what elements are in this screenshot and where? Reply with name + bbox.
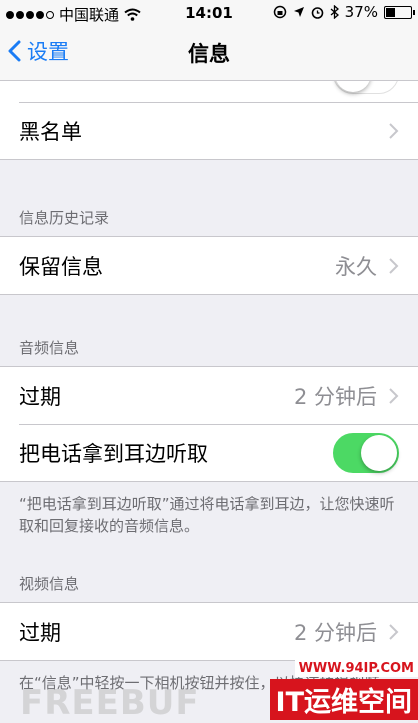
audio-expire-value: 2 分钟后 — [293, 384, 377, 409]
group-audio: 过期 2 分钟后 把电话拿到耳边听取 — [0, 366, 418, 482]
settings-list: 黑名单 信息历史记录 保留信息 永久 音频信息 过期 2 分钟后 把电话拿到耳边… — [0, 44, 418, 706]
chevron-right-icon — [389, 122, 399, 139]
group-video: 过期 2 分钟后 — [0, 602, 418, 661]
battery-percent: 37% — [344, 3, 378, 21]
cell-video-expire[interactable]: 过期 2 分钟后 — [0, 603, 418, 660]
raise-to-listen-toggle[interactable] — [333, 432, 399, 473]
location-icon — [293, 7, 304, 17]
carrier-label: 中国联通 — [59, 6, 120, 24]
brand-name: IT运维空间 — [269, 679, 418, 720]
bluetooth-icon — [330, 5, 339, 19]
chevron-right-icon — [389, 623, 399, 640]
it-brand-watermark: WWW.94IP.COM IT运维空间 — [268, 660, 418, 723]
video-header: 视频信息 — [19, 575, 80, 593]
audio-footer: “把电话拿到耳边听取”通过将电话拿到耳边，让您快速听取和回复接收的音频信息。 — [19, 495, 395, 535]
freebuf-watermark: FREEBUF — [20, 683, 200, 723]
battery-icon — [384, 5, 415, 19]
rotation-lock-icon — [273, 5, 286, 19]
audio-header: 音频信息 — [19, 339, 80, 357]
video-expire-label: 过期 — [19, 620, 61, 645]
alarm-icon — [311, 6, 323, 19]
status-bar: 中国联通 14:01 37% — [0, 0, 418, 26]
signal-dots-icon — [6, 10, 54, 19]
cell-keep-messages[interactable]: 保留信息 永久 — [0, 237, 418, 294]
back-label: 设置 — [27, 40, 69, 64]
battery-level-fill — [386, 7, 395, 17]
audio-expire-label: 过期 — [19, 384, 61, 409]
blocked-label: 黑名单 — [19, 119, 82, 144]
brand-url: WWW.94IP.COM — [294, 660, 418, 677]
raise-to-listen-label: 把电话拿到耳边听取 — [19, 441, 208, 466]
toggle-knob — [361, 434, 397, 471]
navigation-bar: 设置 信息 — [0, 26, 418, 81]
keep-messages-value: 永久 — [335, 254, 377, 279]
chevron-right-icon — [389, 257, 399, 274]
cell-audio-expire[interactable]: 过期 2 分钟后 — [0, 367, 418, 424]
history-header: 信息历史记录 — [19, 209, 110, 227]
group-history: 保留信息 永久 — [0, 236, 418, 295]
back-button[interactable]: 设置 — [8, 36, 69, 66]
cell-blocked[interactable]: 黑名单 — [0, 102, 418, 159]
video-expire-value: 2 分钟后 — [293, 620, 377, 645]
chevron-left-icon — [8, 40, 21, 62]
wifi-icon — [124, 8, 141, 21]
chevron-right-icon — [389, 387, 399, 404]
keep-messages-label: 保留信息 — [19, 254, 103, 279]
cell-raise-to-listen: 把电话拿到耳边听取 — [0, 424, 418, 481]
